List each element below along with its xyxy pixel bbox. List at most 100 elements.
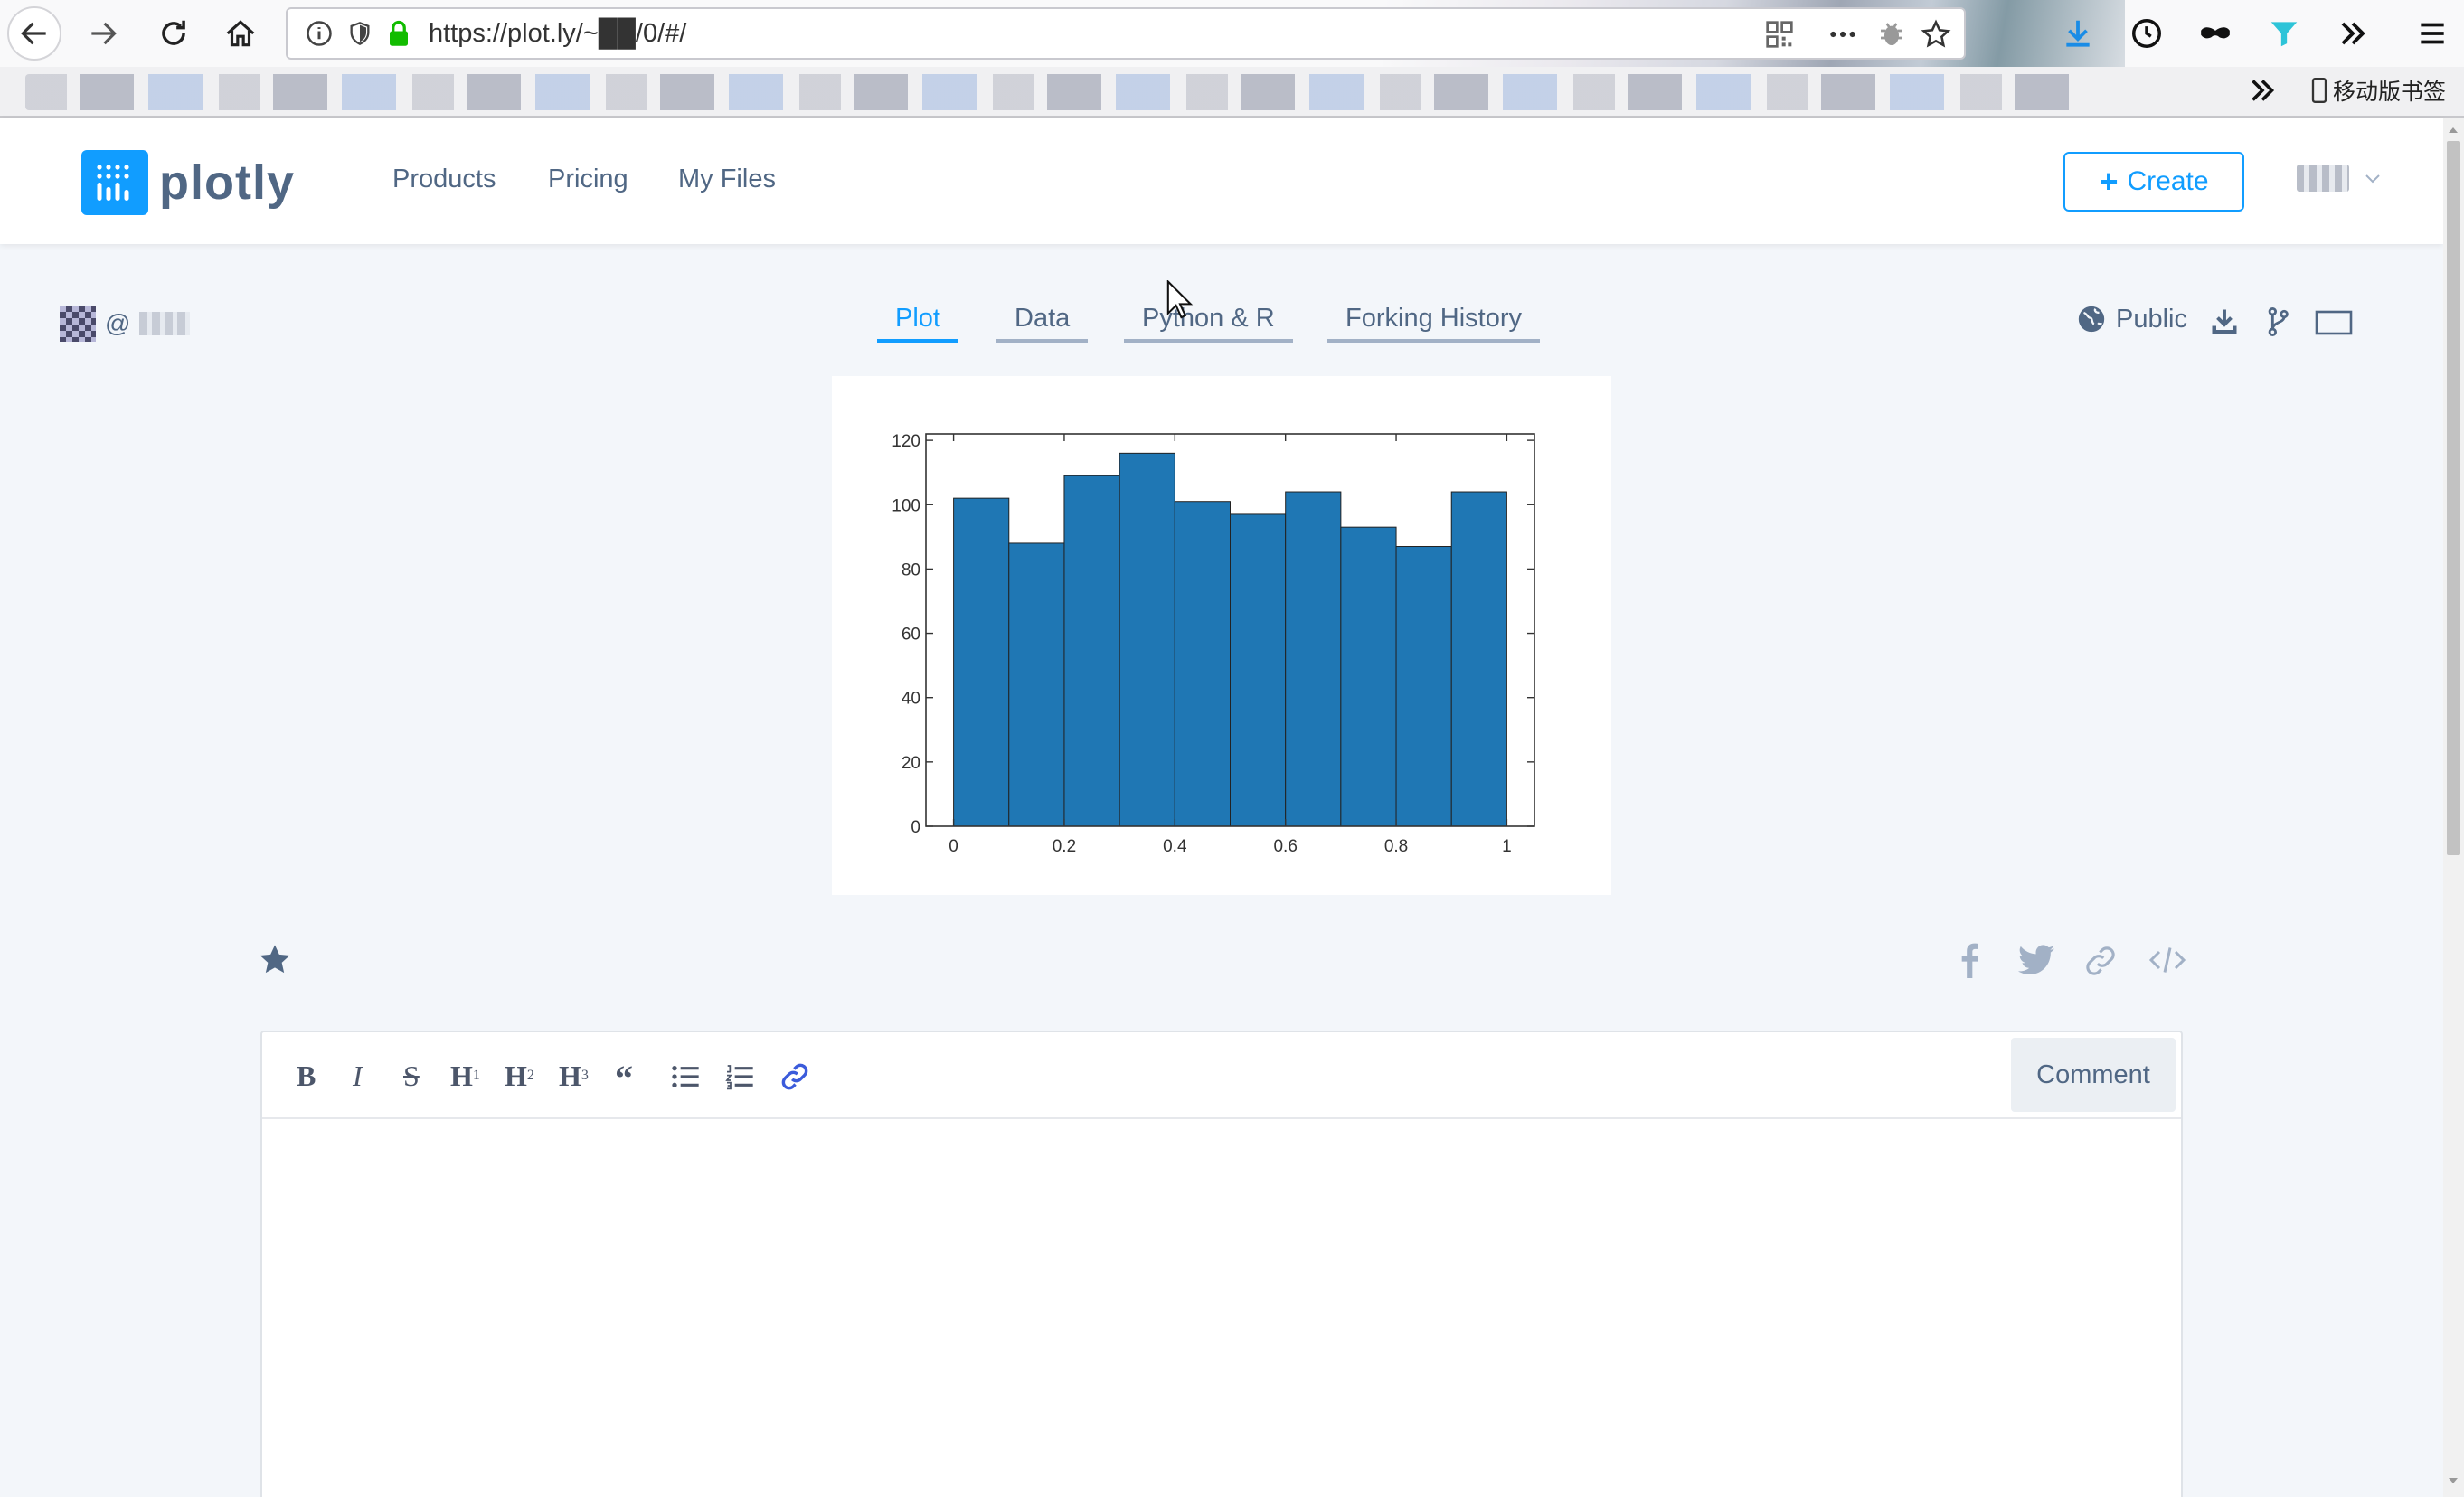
forward-icon (91, 22, 117, 45)
plotly-logo[interactable]: plotly (81, 150, 295, 215)
heading-3-button[interactable]: H3 (559, 1058, 589, 1094)
scroll-up-arrow-icon[interactable] (2446, 123, 2460, 137)
comment-editor[interactable]: B I S H1 H2 H3 “ Comment (260, 1031, 2183, 1497)
bookmark-items-obscured[interactable] (25, 74, 2078, 110)
forward-button[interactable] (76, 6, 130, 61)
url-text[interactable]: https://plot.ly/~██/0/#/ (429, 19, 686, 49)
mobile-bookmarks-label: 移动版书签 (2333, 80, 2447, 105)
back-button[interactable] (7, 6, 61, 61)
mobile-bookmarks-icon (2311, 78, 2327, 103)
link-icon[interactable] (2083, 944, 2118, 978)
hyperlink-icon[interactable] (779, 1061, 810, 1092)
tab-python-r[interactable]: Python & R (1124, 304, 1293, 343)
y-tick-label: 80 (902, 560, 920, 579)
histogram-bar[interactable] (1450, 491, 1507, 827)
nav-products[interactable]: Products (392, 165, 496, 194)
bug-icon[interactable] (1877, 20, 1906, 49)
create-button[interactable]: + Create (2063, 152, 2244, 212)
plot-owner[interactable]: @ (60, 306, 191, 342)
bulleted-list-icon[interactable] (671, 1063, 700, 1090)
y-tick-label: 120 (892, 432, 920, 451)
fork-icon[interactable] (2262, 306, 2293, 338)
histogram-bar[interactable] (1285, 491, 1342, 827)
histogram-bar[interactable] (1063, 475, 1120, 827)
qr-code-icon[interactable] (1765, 20, 1794, 49)
globe-icon (2078, 306, 2105, 333)
x-tick-label: 0 (949, 837, 958, 856)
nav-my-files[interactable]: My Files (678, 165, 776, 194)
y-tick-label: 100 (892, 496, 920, 515)
histogram-bar[interactable] (1340, 526, 1397, 827)
more-icon[interactable] (1827, 20, 1859, 49)
heading-2-button[interactable]: H2 (505, 1058, 534, 1094)
numbered-list-icon[interactable] (725, 1063, 754, 1090)
user-menu[interactable] (2297, 165, 2384, 192)
site-header: plotly Products Pricing My Files + Creat… (0, 118, 2443, 244)
private-browsing-button[interactable] (2188, 6, 2242, 61)
menu-icon (2421, 23, 2444, 44)
download-icon (2066, 20, 2090, 47)
x-tick-label: 1 (1502, 837, 1512, 856)
url-bar[interactable]: https://plot.ly/~██/0/#/ (286, 7, 1966, 60)
download-icon[interactable] (2208, 306, 2241, 338)
heading-1-button[interactable]: H1 (450, 1058, 480, 1094)
info-icon[interactable] (306, 20, 333, 47)
histogram-bar[interactable] (1119, 452, 1175, 827)
embed-icon[interactable] (2148, 944, 2186, 976)
reload-button[interactable] (146, 6, 201, 61)
strikethrough-button[interactable]: S (403, 1058, 420, 1094)
tab-forking-history[interactable]: Forking History (1327, 304, 1540, 343)
home-button[interactable] (213, 6, 268, 61)
tab-data[interactable]: Data (996, 304, 1089, 343)
bookmarks-overflow-icon[interactable] (2246, 74, 2279, 107)
shield-icon[interactable] (347, 20, 373, 47)
blockquote-button[interactable]: “ (615, 1058, 633, 1098)
home-icon (226, 20, 255, 47)
facebook-icon[interactable] (1959, 942, 1980, 978)
avatar (2297, 165, 2349, 192)
x-tick-label: 0.4 (1163, 837, 1187, 856)
app-menu-button[interactable] (2405, 6, 2459, 61)
x-tick-label: 0.6 (1273, 837, 1297, 856)
histogram-bar[interactable] (1395, 546, 1452, 827)
histogram-bar[interactable] (1008, 542, 1065, 827)
scroll-down-arrow-icon[interactable] (2446, 1473, 2460, 1488)
fullscreen-icon[interactable] (2315, 309, 2353, 336)
comment-text-area[interactable] (262, 1121, 2181, 1497)
bold-button[interactable]: B (297, 1058, 316, 1094)
overflow-icon (2341, 22, 2365, 45)
chevron-down-icon (2365, 174, 2380, 184)
plot-card[interactable]: 0 20 40 60 80 100 120 0 0.2 0.4 0.6 0.8 1 (832, 376, 1611, 895)
filter-icon (2270, 22, 2298, 47)
filter-extension-button[interactable] (2257, 6, 2311, 61)
bookmark-star-icon[interactable] (1921, 19, 1951, 50)
tab-plot[interactable]: Plot (877, 304, 958, 343)
nav-pricing[interactable]: Pricing (548, 165, 628, 194)
history-button[interactable] (2119, 6, 2174, 61)
y-tick-label: 20 (902, 754, 920, 773)
star-icon[interactable] (257, 942, 293, 978)
twitter-icon[interactable] (2018, 944, 2054, 976)
plotly-wordmark: plotly (159, 155, 295, 210)
lock-icon (390, 20, 408, 46)
scrollbar-thumb[interactable] (2447, 141, 2460, 855)
italic-button[interactable]: I (353, 1058, 363, 1094)
x-tick-label: 0.2 (1053, 837, 1076, 856)
bars-layer (953, 452, 1507, 827)
toolbar-overflow-button[interactable] (2326, 6, 2380, 61)
reload-icon (162, 20, 185, 45)
visibility-label: Public (2116, 304, 2187, 334)
histogram-chart[interactable]: 0 20 40 60 80 100 120 0 0.2 0.4 0.6 0.8 1 (832, 376, 1611, 895)
plotly-logo-icon (81, 150, 148, 215)
comment-submit-button[interactable]: Comment (2011, 1038, 2176, 1112)
downloads-button[interactable] (2051, 6, 2105, 61)
browser-toolbar: https://plot.ly/~██/0/#/ (0, 0, 2464, 118)
histogram-bar[interactable] (1230, 513, 1287, 827)
visibility-toggle[interactable]: Public (2076, 304, 2187, 334)
histogram-bar[interactable] (1174, 501, 1231, 827)
mobile-bookmarks-folder[interactable]: 移动版书签 (2311, 72, 2446, 108)
histogram-bar[interactable] (953, 497, 1010, 827)
private-icon (2201, 27, 2230, 39)
mouse-cursor-icon (1166, 280, 1194, 319)
create-button-label: Create (2127, 166, 2209, 196)
